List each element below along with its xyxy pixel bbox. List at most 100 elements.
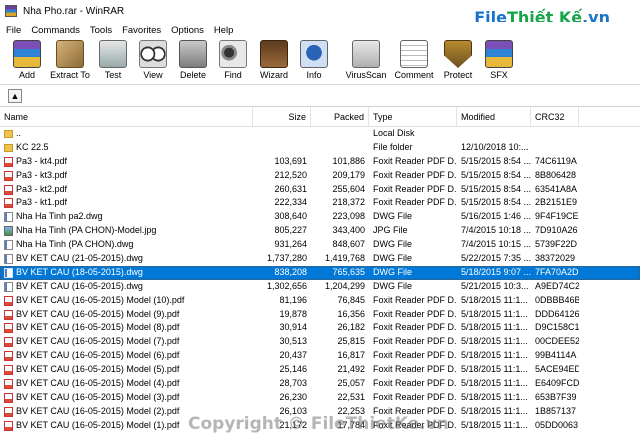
find-button[interactable]: Find (213, 38, 253, 82)
table-row[interactable]: Nha Ha Tinh (PA CHON).dwg 931,264 848,607 D… (0, 238, 640, 252)
column-packed[interactable]: Packed (311, 106, 369, 127)
column-modified[interactable]: Modified (457, 106, 531, 127)
table-row[interactable]: Pa3 - kt3.pdf 212,520 209,179 Foxit Reader … (0, 169, 640, 183)
table-row[interactable]: Nha Ha Tinh (PA CHON)-Model.jpg 805,227 34… (0, 224, 640, 238)
cell-size: 30,914 (279, 322, 307, 333)
file-name: BV KET CAU (16-05-2015).dwg (16, 280, 143, 291)
column-name[interactable]: Name (0, 106, 253, 127)
cell-type: DWG File (373, 211, 412, 222)
file-name: BV KET CAU (16-05-2015) Model (1).pdf (16, 419, 180, 430)
file-name: Nha Ha Tinh pa2.dwg (16, 211, 103, 222)
comment-icon (400, 40, 428, 68)
cell-type: Foxit Reader PDF D... (373, 391, 457, 402)
protect-button[interactable]: Protect (437, 38, 479, 82)
column-crc32[interactable]: CRC32 (531, 106, 579, 127)
menu-favorites[interactable]: Favorites (117, 25, 166, 36)
table-row[interactable]: BV KET CAU (21-05-2015).dwg 1,737,280 1,41… (0, 252, 640, 266)
extract-to-button[interactable]: Extract To (47, 38, 93, 82)
pdf-icon (4, 351, 13, 362)
cell-packed: 218,372 (332, 197, 365, 208)
table-row[interactable]: BV KET CAU (16-05-2015) Model (7).pdf 30,… (0, 335, 640, 349)
table-row[interactable]: Pa3 - kt2.pdf 260,631 255,604 Foxit Reader … (0, 183, 640, 197)
file-name: BV KET CAU (16-05-2015) Model (5).pdf (16, 364, 180, 375)
cell-modified: 5/15/2015 8:54 ... (461, 183, 531, 194)
cell-packed: 1,204,299 (324, 280, 365, 291)
menu-tools[interactable]: Tools (85, 25, 117, 36)
cell-modified: 5/18/2015 11:1... (461, 364, 528, 375)
pdf-icon (4, 337, 13, 348)
title-bar: Nha Pho.rar - WinRAR FileThiết Kế.vn (0, 0, 640, 27)
menu-options[interactable]: Options (166, 25, 209, 36)
column-type[interactable]: Type (369, 106, 457, 127)
file-list: Name Size Packed Type Modified CRC32 .. L… (0, 106, 640, 448)
cell-packed: 343,400 (332, 225, 365, 236)
table-row[interactable]: Nha Ha Tinh pa2.dwg 308,640 223,098 DWG Fil… (0, 210, 640, 224)
cell-type: Foxit Reader PDF D... (373, 169, 457, 180)
file-name: BV KET CAU (16-05-2015) Model (2).pdf (16, 405, 180, 416)
address-bar: ▲ (0, 84, 640, 106)
cell-name: KC 22.5 (0, 141, 253, 155)
cell-modified: 5/18/2015 11:1... (461, 419, 528, 430)
cell-crc32: 38372029 (535, 253, 576, 264)
comment-button[interactable]: Comment (391, 38, 437, 82)
cell-name: BV KET CAU (21-05-2015).dwg (0, 252, 253, 266)
table-row[interactable]: BV KET CAU (16-05-2015).dwg 1,302,656 1,20… (0, 280, 640, 294)
menu-help[interactable]: Help (209, 25, 239, 36)
copyright-watermark: Copyright © FileThietKe.vn (188, 414, 449, 434)
table-row[interactable]: BV KET CAU (18-05-2015).dwg 838,208 765,63… (0, 265, 640, 280)
view-button[interactable]: View (133, 38, 173, 82)
test-button[interactable]: Test (93, 38, 133, 82)
table-row[interactable]: BV KET CAU (16-05-2015) Model (4).pdf 28,… (0, 377, 640, 391)
file-rows: .. Local Disk KC 22.5 File folder 12/10/2018… (0, 127, 640, 433)
cell-size: 838,208 (274, 266, 307, 277)
table-row[interactable]: .. Local Disk (0, 127, 640, 141)
menu-commands[interactable]: Commands (26, 25, 85, 36)
cell-type: JPG File (373, 225, 408, 236)
cell-crc32: D9C158C1 (535, 322, 579, 333)
cell-name: BV KET CAU (16-05-2015) Model (4).pdf (0, 377, 253, 391)
cell-name: BV KET CAU (16-05-2015) Model (7).pdf (0, 335, 253, 349)
delete-button[interactable]: Delete (173, 38, 213, 82)
file-name: Nha Ha Tinh (PA CHON).dwg (16, 239, 134, 250)
pdf-icon (4, 378, 13, 389)
table-row[interactable]: BV KET CAU (16-05-2015) Model (3).pdf 26,… (0, 391, 640, 405)
add-icon (13, 40, 41, 68)
table-row[interactable]: BV KET CAU (16-05-2015) Model (6).pdf 20,… (0, 349, 640, 363)
file-name: BV KET CAU (16-05-2015) Model (4).pdf (16, 378, 180, 389)
table-row[interactable]: BV KET CAU (16-05-2015) Model (9).pdf 19,… (0, 308, 640, 322)
pdf-icon (4, 323, 13, 334)
table-row[interactable]: BV KET CAU (16-05-2015) Model (10).pdf 81… (0, 294, 640, 308)
cell-packed: 223,098 (332, 211, 365, 222)
cell-name: BV KET CAU (16-05-2015) Model (10).pdf (0, 294, 253, 308)
up-arrow-icon[interactable]: ▲ (8, 88, 22, 103)
pdf-icon (4, 392, 13, 403)
cell-type: Foxit Reader PDF D... (373, 294, 457, 305)
menu-file[interactable]: File (0, 25, 26, 36)
cell-packed: 16,356 (337, 308, 365, 319)
cell-modified: 5/18/2015 11:1... (461, 350, 528, 361)
table-row[interactable]: BV KET CAU (16-05-2015) Model (5).pdf 25,… (0, 363, 640, 377)
sfx-button[interactable]: SFX (479, 38, 519, 82)
cell-size: 260,631 (274, 183, 307, 194)
pdf-icon (4, 295, 13, 306)
table-row[interactable]: BV KET CAU (16-05-2015) Model (8).pdf 30,… (0, 321, 640, 335)
winrar-app-icon[interactable] (5, 5, 17, 17)
cell-name: BV KET CAU (16-05-2015) Model (9).pdf (0, 308, 253, 322)
cell-name: Pa3 - kt1.pdf (0, 196, 253, 210)
column-size[interactable]: Size (253, 106, 311, 127)
cell-packed: 101,886 (332, 155, 365, 166)
info-button[interactable]: Info (295, 38, 333, 82)
file-name: KC 22.5 (16, 141, 49, 152)
pdf-icon (4, 365, 13, 376)
jpg-icon (4, 226, 13, 237)
table-row[interactable]: Pa3 - kt1.pdf 222,334 218,372 Foxit Reader … (0, 196, 640, 210)
file-name: BV KET CAU (16-05-2015) Model (8).pdf (16, 322, 180, 333)
cell-crc32: 74C6119A (535, 155, 577, 166)
add-button[interactable]: Add (7, 38, 47, 82)
file-name: BV KET CAU (16-05-2015) Model (3).pdf (16, 391, 180, 402)
table-row[interactable]: Pa3 - kt4.pdf 103,691 101,886 Foxit Reader … (0, 155, 640, 169)
table-row[interactable]: KC 22.5 File folder 12/10/2018 10:... (0, 141, 640, 155)
virusscan-button[interactable]: VirusScan (341, 38, 391, 82)
cell-name: Nha Ha Tinh pa2.dwg (0, 210, 253, 224)
wizard-button[interactable]: Wizard (253, 38, 295, 82)
